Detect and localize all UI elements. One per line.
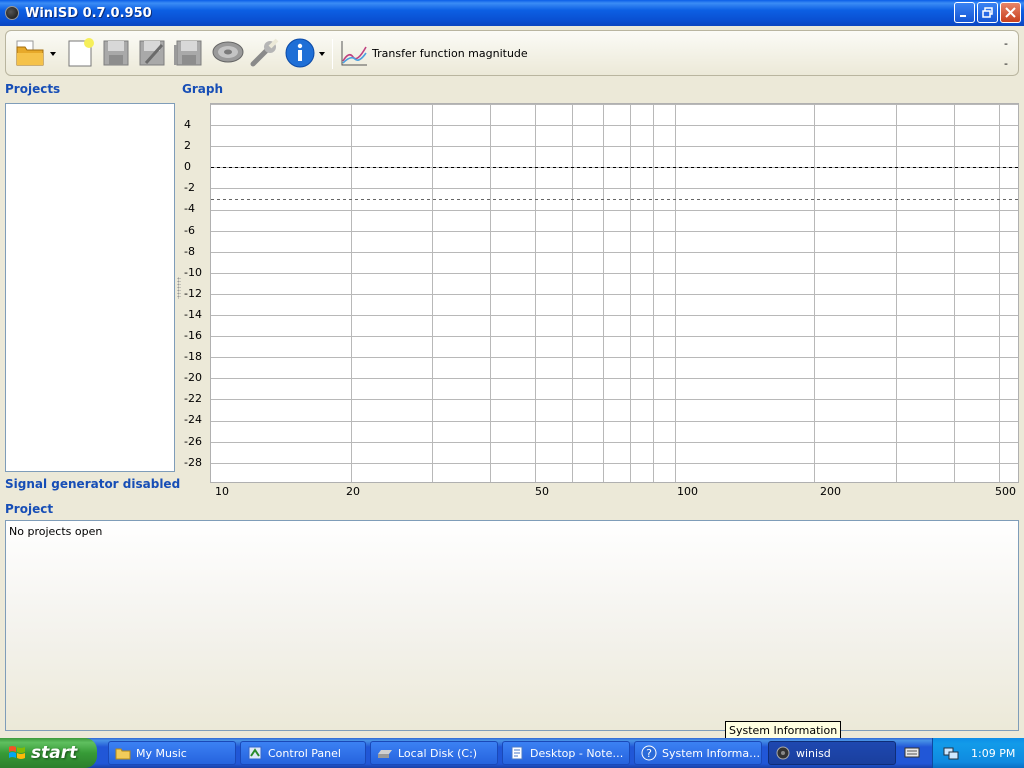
taskbar-item-label: Control Panel — [268, 746, 341, 760]
y-tick-label: -8 — [184, 244, 195, 258]
taskbar-item-label: winisd — [796, 746, 831, 760]
restore-icon — [982, 7, 993, 18]
svg-text:?: ? — [646, 747, 652, 760]
taskbar-item-label: Local Disk (C:) — [398, 746, 478, 760]
taskbar-item-control-panel[interactable]: Control Panel — [240, 741, 366, 765]
toolbar-value-top: - — [1004, 37, 1008, 50]
control-panel-icon — [248, 746, 262, 760]
restore-button[interactable] — [977, 2, 998, 23]
close-icon — [1005, 7, 1016, 18]
splitter-handle[interactable] — [177, 277, 181, 299]
y-tick-label: 0 — [184, 160, 191, 174]
y-tick-label: -10 — [184, 265, 202, 279]
y-tick-label: -22 — [184, 392, 202, 406]
options-button[interactable] — [248, 37, 280, 69]
y-tick-label: -20 — [184, 371, 202, 385]
clock[interactable]: 1:09 PM — [971, 747, 1015, 760]
taskbar: start My Music Control Panel Local Disk … — [0, 738, 1024, 768]
project-status-text: No projects open — [9, 525, 103, 538]
minimize-button[interactable] — [954, 2, 975, 23]
graph-mode-label: Transfer function magnitude — [372, 47, 528, 60]
system-tray: 1:09 PM — [932, 738, 1024, 768]
driver-editor-button[interactable] — [212, 37, 244, 69]
x-tick-label: 200 — [820, 485, 841, 498]
project-heading: Project — [5, 502, 54, 516]
y-tick-label: -12 — [184, 286, 202, 300]
y-tick-label: -14 — [184, 307, 202, 321]
window-controls — [954, 2, 1021, 23]
y-tick-label: -2 — [184, 181, 195, 195]
app-speaker-icon[interactable] — [5, 6, 19, 20]
open-button[interactable] — [14, 37, 46, 69]
y-tick-label: -4 — [184, 202, 195, 216]
x-tick-label: 20 — [346, 485, 360, 498]
project-panel[interactable]: No projects open — [5, 520, 1019, 731]
network-icon[interactable] — [943, 745, 959, 761]
info-button[interactable] — [284, 37, 316, 69]
start-button[interactable]: start — [0, 738, 97, 768]
projects-heading: Projects — [5, 82, 61, 96]
save-all-icon — [174, 40, 202, 66]
toolbar-separator — [332, 39, 333, 69]
y-tick-label: -24 — [184, 413, 202, 427]
close-button[interactable] — [1000, 2, 1021, 23]
taskbar-item-desktop-notepad[interactable]: Desktop - Note… — [502, 741, 630, 765]
taskbar-item-label: Desktop - Note… — [530, 746, 624, 760]
taskbar-item-my-music[interactable]: My Music — [108, 741, 236, 765]
save-as-icon — [139, 40, 165, 66]
taskbar-item-label: System Informa… — [662, 746, 761, 760]
graph-heading: Graph — [182, 82, 223, 96]
x-tick-label: 50 — [535, 485, 549, 498]
info-dropdown-arrow-icon[interactable] — [319, 52, 325, 56]
y-tick-label: -6 — [184, 223, 195, 237]
toolbar-value-bottom: - — [1004, 57, 1008, 70]
graph-plot-area[interactable] — [210, 103, 1019, 483]
speaker-driver-icon — [212, 41, 244, 63]
wrench-icon — [250, 38, 279, 67]
toolbar: Transfer function magnitude - - — [5, 30, 1019, 76]
taskbar-item-winisd[interactable]: winisd — [768, 741, 896, 765]
x-tick-label: 100 — [677, 485, 698, 498]
speaker-icon — [776, 746, 790, 760]
keyboard-icon[interactable] — [904, 745, 920, 759]
window-title: WinISD 0.7.0.950 — [25, 5, 152, 21]
folder-icon — [115, 748, 131, 760]
taskbar-item-local-disk[interactable]: Local Disk (C:) — [370, 741, 498, 765]
windows-flag-icon — [9, 746, 25, 759]
save-button[interactable] — [100, 37, 132, 69]
start-label: start — [31, 743, 78, 763]
save-all-button[interactable] — [172, 37, 204, 69]
signal-generator-status[interactable]: Signal generator disabled — [5, 477, 180, 491]
new-project-icon — [68, 38, 94, 67]
title-bar[interactable]: WinISD 0.7.0.950 — [0, 0, 1024, 26]
info-icon — [285, 38, 315, 68]
y-tick-label: 4 — [184, 118, 191, 131]
new-project-button[interactable] — [64, 37, 96, 69]
y-tick-label: 2 — [184, 139, 191, 153]
taskbar-item-label: My Music — [136, 746, 187, 760]
tooltip: System Information — [725, 721, 842, 739]
graph-icon — [341, 41, 367, 66]
help-icon: ? — [641, 745, 657, 761]
x-tick-label: 500 — [995, 485, 1016, 498]
open-dropdown-arrow-icon[interactable] — [50, 52, 56, 56]
save-as-button[interactable] — [136, 37, 168, 69]
notepad-icon — [511, 746, 523, 760]
y-tick-label: -28 — [184, 455, 202, 469]
projects-list[interactable] — [5, 103, 175, 472]
x-tick-label: 10 — [215, 485, 229, 498]
taskbar-item-system-information[interactable]: ? System Informa… — [634, 741, 762, 765]
save-icon — [103, 40, 129, 66]
y-tick-label: -16 — [184, 329, 202, 342]
graph-grid — [211, 104, 1018, 482]
y-tick-label: -26 — [184, 434, 202, 448]
drive-icon — [378, 750, 392, 758]
y-tick-label: -18 — [184, 350, 202, 364]
graph-type-button[interactable] — [338, 37, 370, 69]
open-folder-icon — [16, 40, 44, 66]
minimize-icon — [960, 15, 966, 17]
